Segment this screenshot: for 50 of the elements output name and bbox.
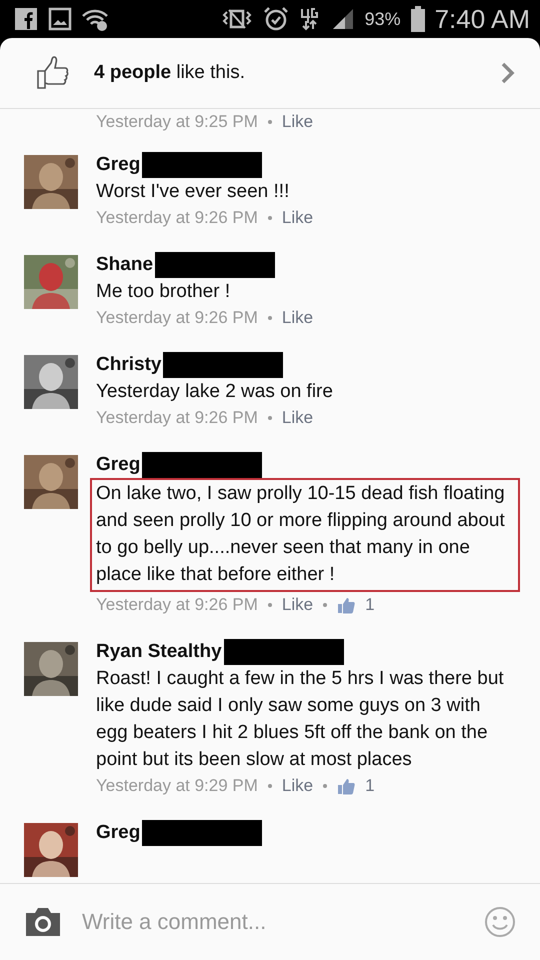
like-link[interactable]: Like [282,405,314,431]
vibrate-off-icon [220,7,253,31]
comment-text: Me too brother ! [96,280,232,304]
chevron-right-icon[interactable] [500,61,516,85]
signal-icon [330,7,355,31]
separator-dot [323,603,328,607]
separator-dot [268,316,272,320]
comment-text: Roast! I caught a few in the 5 hrs I was there but like dude said I only saw some guys on 3 with egg beaters I hit 2 blues 5ft off the bank on the point but its been slow at most places [96,667,505,772]
commenter-name[interactable]: Christy [96,351,162,378]
thumbs-up-icon [337,777,356,795]
commenter-name[interactable]: Greg [96,819,140,846]
comment-time: Yesterday at 9:26 PM [96,207,258,229]
likes-summary[interactable]: 4 people like this. [94,62,500,84]
battery-icon [410,6,425,32]
facebook-icon [14,7,38,31]
comment-time: Yesterday at 9:26 PM [96,594,258,616]
like-link[interactable]: Like [282,773,314,799]
image-icon [48,7,72,31]
camera-icon[interactable] [24,907,62,937]
like-link[interactable]: Like [282,205,314,231]
commenter-name[interactable]: Greg [96,151,140,178]
mobile-data-icon [298,7,321,31]
clock-time: 7:40 AM [434,4,530,34]
alarm-icon [262,6,289,32]
separator-dot [268,416,272,420]
comment-input[interactable]: Write a comment... [80,908,466,936]
comment-time: Yesterday at 9:25 PM [96,111,258,133]
like-count: 1 [365,594,375,616]
commenter-name[interactable]: Shane [96,251,154,278]
like-link[interactable]: Like [282,592,314,618]
comment-text: Worst I've ever seen !!! [96,180,290,204]
separator-dot [268,216,272,220]
separator-dot [268,784,272,788]
separator-dot [268,603,272,607]
like-count: 1 [365,775,375,797]
wifi-icon [82,7,108,31]
like-link[interactable]: Like [282,305,314,331]
commenter-name[interactable]: Ryan Stealthy [96,638,222,665]
battery-percentage: 93% [364,8,401,30]
comment-text: Yesterday lake 2 was on fire [96,380,334,404]
commenter-name[interactable]: Greg [96,451,140,478]
comment-time: Yesterday at 9:29 PM [96,775,258,797]
like-link[interactable]: Like [282,109,314,135]
separator-dot [268,120,272,124]
comment-time: Yesterday at 9:26 PM [96,307,258,329]
separator-dot [323,784,328,788]
thumbs-up-icon[interactable] [36,56,70,90]
thumbs-up-icon [337,596,356,614]
comment-text: On lake two, I saw prolly 10-15 dead fish floating and seen prolly 10 or more flipping around about to go belly up....never seen that many in one place like that before either ! [90,478,520,592]
comment-time: Yesterday at 9:26 PM [96,407,258,429]
